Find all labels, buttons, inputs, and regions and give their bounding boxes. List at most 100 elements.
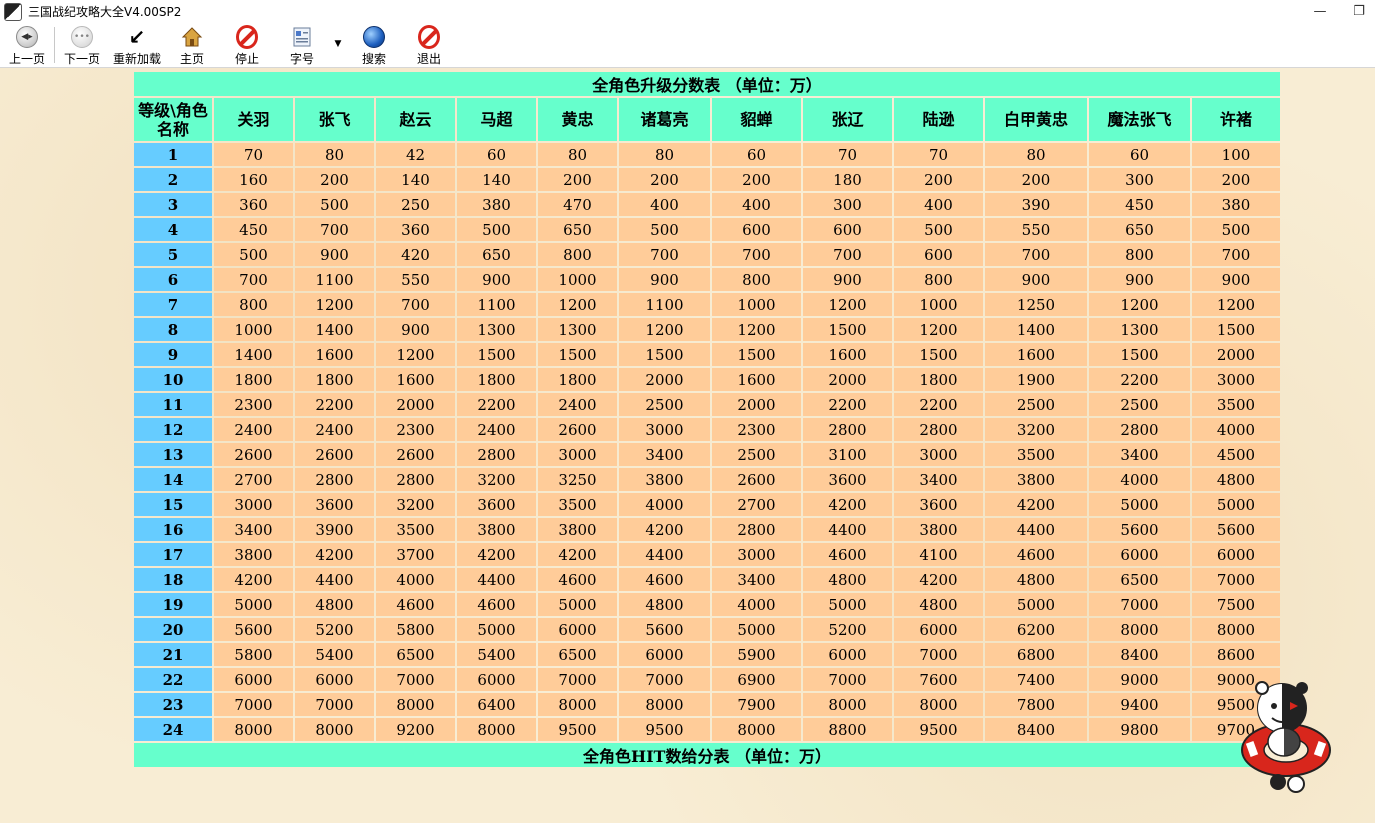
- score-cell: 200: [1192, 168, 1280, 191]
- score-cell: 700: [619, 243, 710, 266]
- level-cell: 20: [134, 618, 212, 641]
- stop-button[interactable]: 停止: [232, 25, 262, 66]
- score-cell: 4000: [619, 493, 710, 516]
- score-cell: 60: [712, 143, 801, 166]
- score-cell: 2200: [457, 393, 536, 416]
- search-button[interactable]: 搜索: [358, 25, 390, 66]
- score-cell: 2600: [295, 443, 374, 466]
- score-cell: 200: [619, 168, 710, 191]
- character-header: 魔法张飞: [1089, 98, 1190, 141]
- score-cell: 3250: [538, 468, 617, 491]
- score-cell: 3400: [619, 443, 710, 466]
- score-cell: 7000: [538, 668, 617, 691]
- score-cell: 4600: [619, 568, 710, 591]
- back-button[interactable]: ◀▸ 上一页: [6, 25, 48, 66]
- table-row: 20 5600 5200 5800 5000 6000 5600 5000 5200 6000 62…: [134, 618, 1280, 641]
- score-cell: 500: [1192, 218, 1280, 241]
- score-cell: 1400: [985, 318, 1087, 341]
- score-cell: 500: [457, 218, 536, 241]
- score-cell: 1200: [1192, 293, 1280, 316]
- score-cell: 700: [803, 243, 892, 266]
- table-row: 4 450 700 360 500 650 500 600 600 500 550 650 500: [134, 218, 1280, 241]
- home-label: 主页: [179, 52, 204, 66]
- score-cell: 1100: [457, 293, 536, 316]
- score-cell: 200: [894, 168, 983, 191]
- exit-button[interactable]: 退出: [413, 25, 445, 66]
- character-header: 关羽: [214, 98, 293, 141]
- restore-button[interactable]: ❐: [1343, 0, 1375, 23]
- score-cell: 650: [457, 243, 536, 266]
- score-cell: 60: [1089, 143, 1190, 166]
- score-cell: 4400: [295, 568, 374, 591]
- table-row: 7 800 1200 700 1100 1200 1100 1000 1200 1000 1250 1…: [134, 293, 1280, 316]
- score-cell: 1500: [457, 343, 536, 366]
- minimize-button[interactable]: —: [1297, 0, 1343, 23]
- score-cell: 3600: [803, 468, 892, 491]
- score-cell: 4200: [457, 543, 536, 566]
- score-cell: 6000: [1089, 543, 1190, 566]
- score-cell: 5900: [712, 643, 801, 666]
- score-cell: 5000: [1192, 493, 1280, 516]
- level-cell: 16: [134, 518, 212, 541]
- score-cell: 6000: [538, 618, 617, 641]
- score-cell: 4800: [985, 568, 1087, 591]
- score-cell: 4200: [803, 493, 892, 516]
- table-row: 21 5800 5400 6500 5400 6500 6000 5900 6000 7000 68…: [134, 643, 1280, 666]
- score-cell: 3800: [538, 518, 617, 541]
- score-cell: 200: [538, 168, 617, 191]
- score-cell: 8000: [457, 718, 536, 741]
- score-cell: 1800: [457, 368, 536, 391]
- score-cell: 7800: [985, 693, 1087, 716]
- level-cell: 7: [134, 293, 212, 316]
- score-cell: 700: [376, 293, 455, 316]
- score-cell: 500: [894, 218, 983, 241]
- score-cell: 7000: [214, 693, 293, 716]
- score-cell: 5000: [985, 593, 1087, 616]
- score-cell: 5000: [1089, 493, 1190, 516]
- score-cell: 1400: [214, 343, 293, 366]
- score-cell: 3500: [985, 443, 1087, 466]
- score-cell: 3700: [376, 543, 455, 566]
- score-cell: 2800: [803, 418, 892, 441]
- score-cell: 4200: [894, 568, 983, 591]
- score-cell: 3400: [712, 568, 801, 591]
- score-cell: 550: [985, 218, 1087, 241]
- score-cell: 3500: [1192, 393, 1280, 416]
- score-cell: 400: [712, 193, 801, 216]
- font-size-button[interactable]: 字号: [286, 25, 318, 66]
- score-cell: 7000: [619, 668, 710, 691]
- score-cell: 2200: [1089, 368, 1190, 391]
- table-row: 1 70 80 42 60 80 80 60 70 70 80 60 100: [134, 143, 1280, 166]
- score-cell: 3200: [457, 468, 536, 491]
- score-cell: 2000: [712, 393, 801, 416]
- score-cell: 5600: [1089, 518, 1190, 541]
- score-cell: 2200: [295, 393, 374, 416]
- font-size-dropdown[interactable]: ▼: [330, 25, 346, 63]
- score-cell: 1600: [803, 343, 892, 366]
- level-cell: 19: [134, 593, 212, 616]
- level-cell: 4: [134, 218, 212, 241]
- score-cell: 700: [295, 218, 374, 241]
- score-cell: 80: [619, 143, 710, 166]
- score-cell: 7000: [894, 643, 983, 666]
- score-cell: 2500: [1089, 393, 1190, 416]
- level-cell: 22: [134, 668, 212, 691]
- score-cell: 800: [538, 243, 617, 266]
- reload-button[interactable]: ↙ 重新加载: [111, 25, 163, 66]
- home-button[interactable]: 主页: [176, 25, 208, 66]
- score-cell: 6800: [985, 643, 1087, 666]
- page-content: 全角色升级分数表 （单位：万） 等级\角色名称 关羽 张飞 赵云 马超 黄忠 诸葛亮 貂蝉 张辽陆…: [0, 68, 1375, 823]
- score-cell: 8000: [894, 693, 983, 716]
- score-cell: 3400: [894, 468, 983, 491]
- score-cell: 140: [376, 168, 455, 191]
- score-cell: 1800: [214, 368, 293, 391]
- score-cell: 1000: [712, 293, 801, 316]
- score-cell: 2400: [295, 418, 374, 441]
- score-cell: 2800: [894, 418, 983, 441]
- score-cell: 6200: [985, 618, 1087, 641]
- score-cell: 2600: [538, 418, 617, 441]
- forward-button[interactable]: ••• 下一页: [61, 25, 103, 66]
- score-cell: 7000: [1192, 568, 1280, 591]
- score-cell: 2500: [712, 443, 801, 466]
- score-cell: 1600: [376, 368, 455, 391]
